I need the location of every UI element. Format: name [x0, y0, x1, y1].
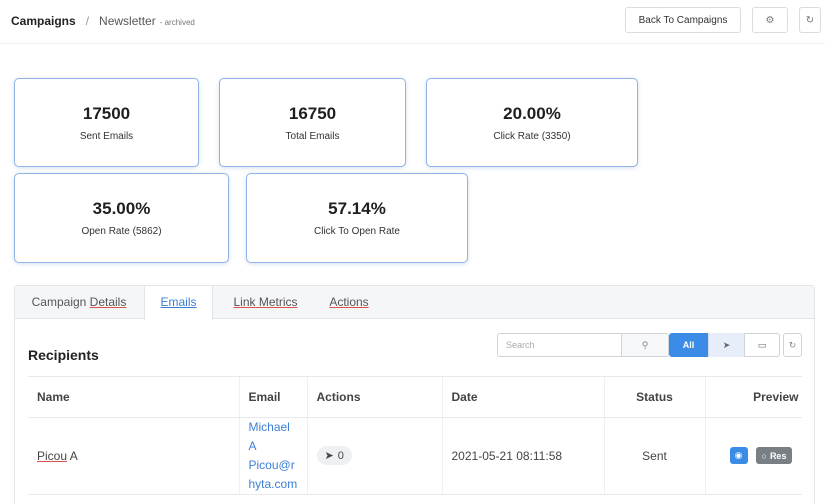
cell-actions: ➤ 0 [307, 417, 443, 495]
tab-bar: Campaign Details Emails Link Metrics Act… [15, 286, 814, 320]
back-to-campaigns-button[interactable]: Back To Campaigns [625, 7, 741, 33]
stat-label: Click Rate (3350) [493, 131, 571, 142]
campaign-panel: Campaign Details Emails Link Metrics Act… [14, 285, 815, 504]
send-icon: ➤ [324, 450, 334, 462]
recipient-email-link[interactable]: MichaelA Picou@r hyta.com [249, 418, 298, 494]
stat-card-click-rate: 20.00% Click Rate (3350) [426, 78, 638, 167]
breadcrumb-separator: / [85, 14, 90, 28]
stat-value: 57.14% [328, 199, 386, 218]
column-header-status[interactable]: Status [604, 377, 706, 418]
search-icon: ⚲ [641, 339, 649, 350]
stat-card-open-rate: 35.00% Open Rate (5862) [14, 173, 229, 263]
tab-emails[interactable]: Emails [144, 286, 213, 320]
stat-label: Total Emails [285, 131, 340, 142]
send-icon: ➤ [722, 339, 731, 350]
actions-count-chip[interactable]: ➤ 0 [316, 446, 352, 465]
folder-icon: ▭ [757, 339, 767, 350]
stat-label: Sent Emails [79, 131, 134, 142]
stat-card-sent-emails: 17500 Sent Emails [14, 78, 199, 167]
search-button[interactable]: ⚲ [621, 333, 669, 357]
stat-value: 17500 [82, 104, 131, 123]
gear-icon: ⚙ [765, 14, 775, 26]
refresh-button[interactable]: ↻ [799, 7, 821, 33]
breadcrumb-campaigns-link[interactable]: Campaigns [11, 14, 76, 28]
search-input[interactable] [497, 333, 621, 357]
settings-button[interactable]: ⚙ [752, 7, 788, 33]
stat-label: Click To Open Rate [314, 226, 400, 237]
tab-link-metrics[interactable]: Link Metrics [218, 286, 313, 319]
recipients-title: Recipients [28, 347, 99, 363]
tab-campaign-details[interactable]: Campaign Details [15, 286, 143, 319]
recipients-table: Name Email Actions Date Status Preview P… [28, 376, 802, 504]
archived-badge: - archived [159, 18, 195, 27]
top-bar: Campaigns / Newsletter - archived Back T… [0, 0, 825, 44]
breadcrumb-current: Newsletter [99, 14, 156, 28]
cell-status: Sent [604, 417, 706, 495]
stat-value: 35.00% [92, 199, 151, 218]
cell-name: Picou A [28, 417, 240, 495]
table-header-row: Name Email Actions Date Status Preview [28, 377, 802, 418]
filter-folder-button[interactable]: ▭ [744, 333, 780, 357]
breadcrumb: Campaigns / Newsletter - archived [11, 14, 195, 28]
table-refresh-button[interactable]: ↻ [783, 333, 802, 357]
column-header-email[interactable]: Email [239, 377, 308, 418]
stat-card-click-to-open-rate: 57.14% Click To Open Rate [246, 173, 468, 263]
refresh-icon: ↻ [805, 14, 815, 26]
stat-card-total-emails: 16750 Total Emails [219, 78, 406, 167]
tab-actions[interactable]: Actions [315, 286, 383, 319]
eye-icon: ◉ [734, 450, 743, 460]
column-header-actions[interactable]: Actions [307, 377, 443, 418]
cell-email: MichaelA Picou@r hyta.com [239, 417, 308, 495]
filter-all-button[interactable]: All [669, 333, 708, 357]
stat-value: 16750 [288, 104, 337, 123]
resend-button[interactable]: ○ Res [755, 447, 793, 464]
recipient-name-link[interactable]: Picou [37, 449, 67, 463]
column-header-date[interactable]: Date [442, 377, 605, 418]
column-header-preview: Preview [705, 377, 802, 418]
stat-label: Open Rate (5862) [81, 226, 162, 237]
cell-preview: ◉ ○ Res [705, 417, 802, 495]
refresh-icon: ↻ [788, 339, 797, 350]
filter-sent-button[interactable]: ➤ [708, 333, 744, 357]
cell-date: 2021-05-21 08:11:58 [442, 417, 605, 495]
column-header-name[interactable]: Name [28, 377, 240, 418]
preview-eye-button[interactable]: ◉ [729, 447, 748, 464]
table-row: Picou A MichaelA Picou@r hyta.com ➤ 0 2021… [28, 417, 802, 495]
stat-value: 20.00% [503, 104, 561, 123]
resend-icon: ○ [761, 450, 767, 461]
actions-count: 0 [337, 449, 344, 462]
